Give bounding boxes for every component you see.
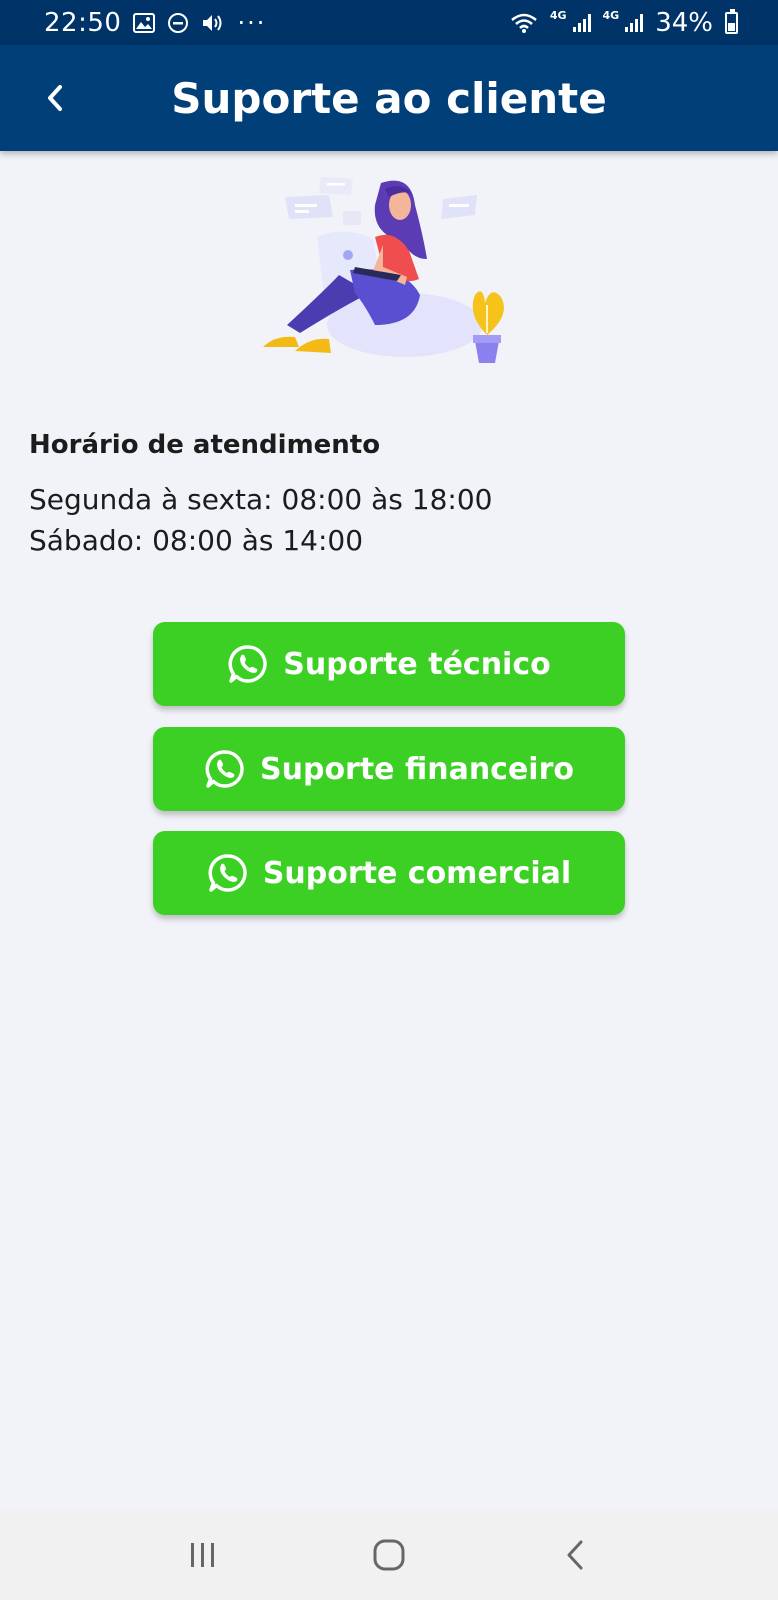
button-label: Suporte técnico <box>283 646 551 682</box>
button-label: Suporte financeiro <box>260 751 574 787</box>
volume-icon <box>201 12 225 34</box>
page-title: Suporte ao cliente <box>171 73 607 123</box>
back-icon <box>567 1540 583 1570</box>
system-back-button[interactable] <box>545 1525 605 1585</box>
customer-support-illustration <box>255 175 525 375</box>
chevron-left-icon <box>48 85 62 111</box>
hours-heading: Horário de atendimento <box>29 430 381 460</box>
network-type-2: 4G <box>602 9 620 22</box>
status-right: 4G 4G 34% <box>510 8 738 38</box>
network-type-1: 4G <box>549 9 567 22</box>
technical-support-button[interactable]: Suporte técnico <box>153 622 625 706</box>
status-left: 22:50 ··· <box>44 8 266 38</box>
hours-saturday: Sábado: 08:00 às 14:00 <box>29 524 364 557</box>
financial-support-button[interactable]: Suporte financeiro <box>153 727 625 811</box>
do-not-disturb-icon <box>167 12 189 34</box>
system-nav-bar <box>0 1510 778 1600</box>
battery-percent: 34% <box>655 7 713 38</box>
recent-apps-button[interactable] <box>173 1525 233 1585</box>
whatsapp-icon <box>207 852 249 894</box>
app-bar: Suporte ao cliente <box>0 45 778 151</box>
image-icon <box>133 12 156 33</box>
home-icon <box>373 1539 405 1571</box>
home-button[interactable] <box>359 1525 419 1585</box>
battery-icon <box>725 8 738 34</box>
status-time: 22:50 <box>44 7 122 38</box>
wifi-icon <box>510 12 538 34</box>
recent-apps-icon <box>191 1543 214 1567</box>
back-button[interactable] <box>30 73 80 123</box>
status-bar: 22:50 ··· 4G 4G 34% <box>0 0 778 45</box>
whatsapp-icon <box>227 643 269 685</box>
more-notifications: ··· <box>237 8 267 37</box>
signal-icon-2 <box>625 13 644 32</box>
commercial-support-button[interactable]: Suporte comercial <box>153 831 625 915</box>
hours-weekdays: Segunda à sexta: 08:00 às 18:00 <box>29 483 493 516</box>
signal-icon <box>572 13 591 32</box>
whatsapp-icon <box>204 748 246 790</box>
button-label: Suporte comercial <box>262 855 572 891</box>
